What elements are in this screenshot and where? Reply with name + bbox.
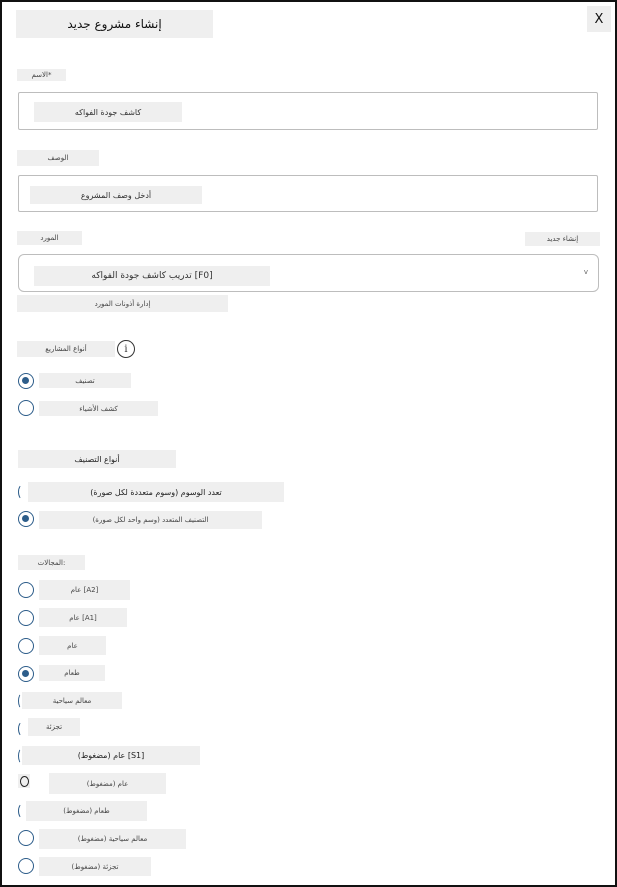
resource-select[interactable]: تدريب كاشف جودة الفواكه [F0] bbox=[18, 254, 599, 292]
domain-general-compact-s1-label: عام (مضغوط) [S1] bbox=[22, 746, 200, 765]
resource-label: المورد bbox=[17, 231, 82, 245]
resource-selected-value: تدريب كاشف جودة الفواكه [F0] bbox=[34, 266, 270, 286]
name-input[interactable]: كاشف جودة الفواكه bbox=[18, 92, 598, 130]
name-input-value: كاشف جودة الفواكه bbox=[34, 102, 182, 122]
radio-project-type-classification[interactable] bbox=[18, 373, 34, 389]
description-label: الوصف bbox=[17, 150, 99, 166]
radio-domain-landmarks-compact[interactable] bbox=[18, 830, 34, 846]
domain-landmarks-label: معالم سياحية bbox=[22, 692, 122, 709]
domain-food-compact-label: طعام (مضغوط) bbox=[26, 801, 147, 821]
radio-project-type-object-detection[interactable] bbox=[18, 400, 34, 416]
domain-food-label: طعام bbox=[39, 665, 105, 681]
domain-general-label: عام bbox=[39, 636, 106, 655]
description-input[interactable]: أدخل وصف المشروع bbox=[18, 175, 598, 212]
radio-multilabel[interactable] bbox=[18, 484, 28, 500]
name-label: الاسم* bbox=[17, 69, 66, 81]
radio-domain-retail[interactable] bbox=[18, 721, 28, 737]
radio-domain-general-a1[interactable] bbox=[18, 610, 34, 626]
radio-domain-retail-compact[interactable] bbox=[18, 858, 34, 874]
domain-general-compact-label: عام (مضغوط) bbox=[49, 773, 166, 794]
chevron-down-icon[interactable]: v bbox=[580, 266, 592, 278]
description-placeholder: أدخل وصف المشروع bbox=[30, 186, 202, 204]
domain-general-a1-label: عام [A1] bbox=[39, 608, 127, 627]
radio-multiclass[interactable] bbox=[18, 511, 34, 527]
domain-retail-compact-label: تجزئة (مضغوط) bbox=[39, 857, 151, 876]
radio-domain-food[interactable] bbox=[18, 666, 34, 682]
radio-domain-general-compact[interactable] bbox=[18, 774, 30, 788]
domain-retail-label: تجزئة bbox=[28, 718, 80, 736]
radio-domain-general-a2[interactable] bbox=[18, 582, 34, 598]
project-type-detection-label: كشف الأشياء bbox=[39, 401, 158, 416]
dialog-title: إنشاء مشروع جديد bbox=[16, 10, 213, 38]
info-icon[interactable]: i bbox=[117, 340, 135, 358]
domain-general-a2-label: عام [A2] bbox=[39, 580, 130, 600]
classification-types-label: أنواع التصنيف bbox=[18, 450, 176, 468]
project-types-label: أنواع المشاريع bbox=[17, 341, 115, 357]
multilabel-option-label: تعدد الوسوم (وسوم متعددة لكل صورة) bbox=[28, 482, 284, 502]
domains-label: المجالات: bbox=[18, 555, 85, 570]
radio-domain-general[interactable] bbox=[18, 638, 34, 654]
manage-resource-permissions-link[interactable]: إدارة أذونات المورد bbox=[17, 295, 228, 312]
close-button[interactable]: X bbox=[587, 6, 611, 32]
domain-landmarks-compact-label: معالم سياحية (مضغوط) bbox=[39, 829, 186, 849]
multiclass-option-label: التصنيف المتعدد (وسم واحد لكل صورة) bbox=[39, 511, 262, 529]
project-type-classification-label: تصنيف bbox=[39, 373, 131, 388]
create-new-resource-link[interactable]: إنشاء جديد bbox=[525, 232, 600, 246]
